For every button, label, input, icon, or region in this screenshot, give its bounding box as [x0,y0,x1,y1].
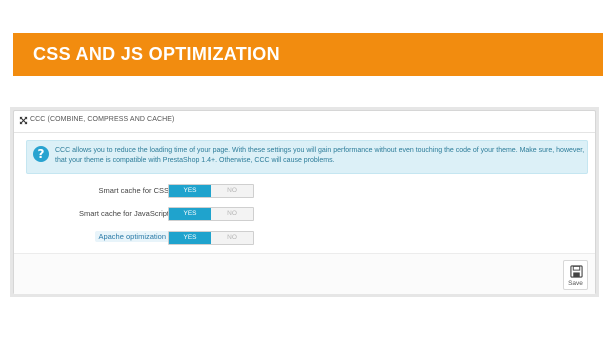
panel-footer: Save [14,253,595,294]
expand-arrows-icon [19,116,28,125]
toggle-yes-option[interactable]: YES [169,208,211,220]
setting-row-css-cache: Smart cache for CSS YES NO [14,184,595,198]
css-cache-toggle[interactable]: YES NO [168,184,254,198]
apache-optimization-toggle[interactable]: YES NO [168,231,254,245]
toggle-no-option[interactable]: NO [211,208,253,220]
setting-row-apache: Apache optimization YES NO [14,231,595,245]
question-icon: ? [33,146,49,162]
info-alert: ? CCC allows you to reduce the loading t… [26,140,588,174]
section-banner: CSS AND JS OPTIMIZATION [13,33,603,76]
toggle-yes-option[interactable]: YES [169,185,211,197]
info-text: CCC allows you to reduce the loading tim… [55,147,585,164]
toggle-yes-option[interactable]: YES [169,232,211,244]
panel-title: CCC (COMBINE, COMPRESS AND CACHE) [30,116,175,123]
setting-label: Smart cache for CSS [98,186,169,195]
setting-label: Apache optimization [95,231,169,242]
js-cache-toggle[interactable]: YES NO [168,207,254,221]
toggle-no-option[interactable]: NO [211,185,253,197]
save-button[interactable]: Save [563,260,588,290]
toggle-no-option[interactable]: NO [211,232,253,244]
panel-header: CCC (COMBINE, COMPRESS AND CACHE) [14,111,595,133]
banner-title: CSS AND JS OPTIMIZATION [33,44,280,64]
save-label: Save [568,280,583,287]
ccc-panel: CCC (COMBINE, COMPRESS AND CACHE) ? CCC … [13,110,596,294]
setting-row-js-cache: Smart cache for JavaScript YES NO [14,207,595,221]
save-icon [570,265,583,278]
screenshot-frame: CCC (COMBINE, COMPRESS AND CACHE) ? CCC … [10,107,599,297]
setting-label: Smart cache for JavaScript [78,209,169,218]
